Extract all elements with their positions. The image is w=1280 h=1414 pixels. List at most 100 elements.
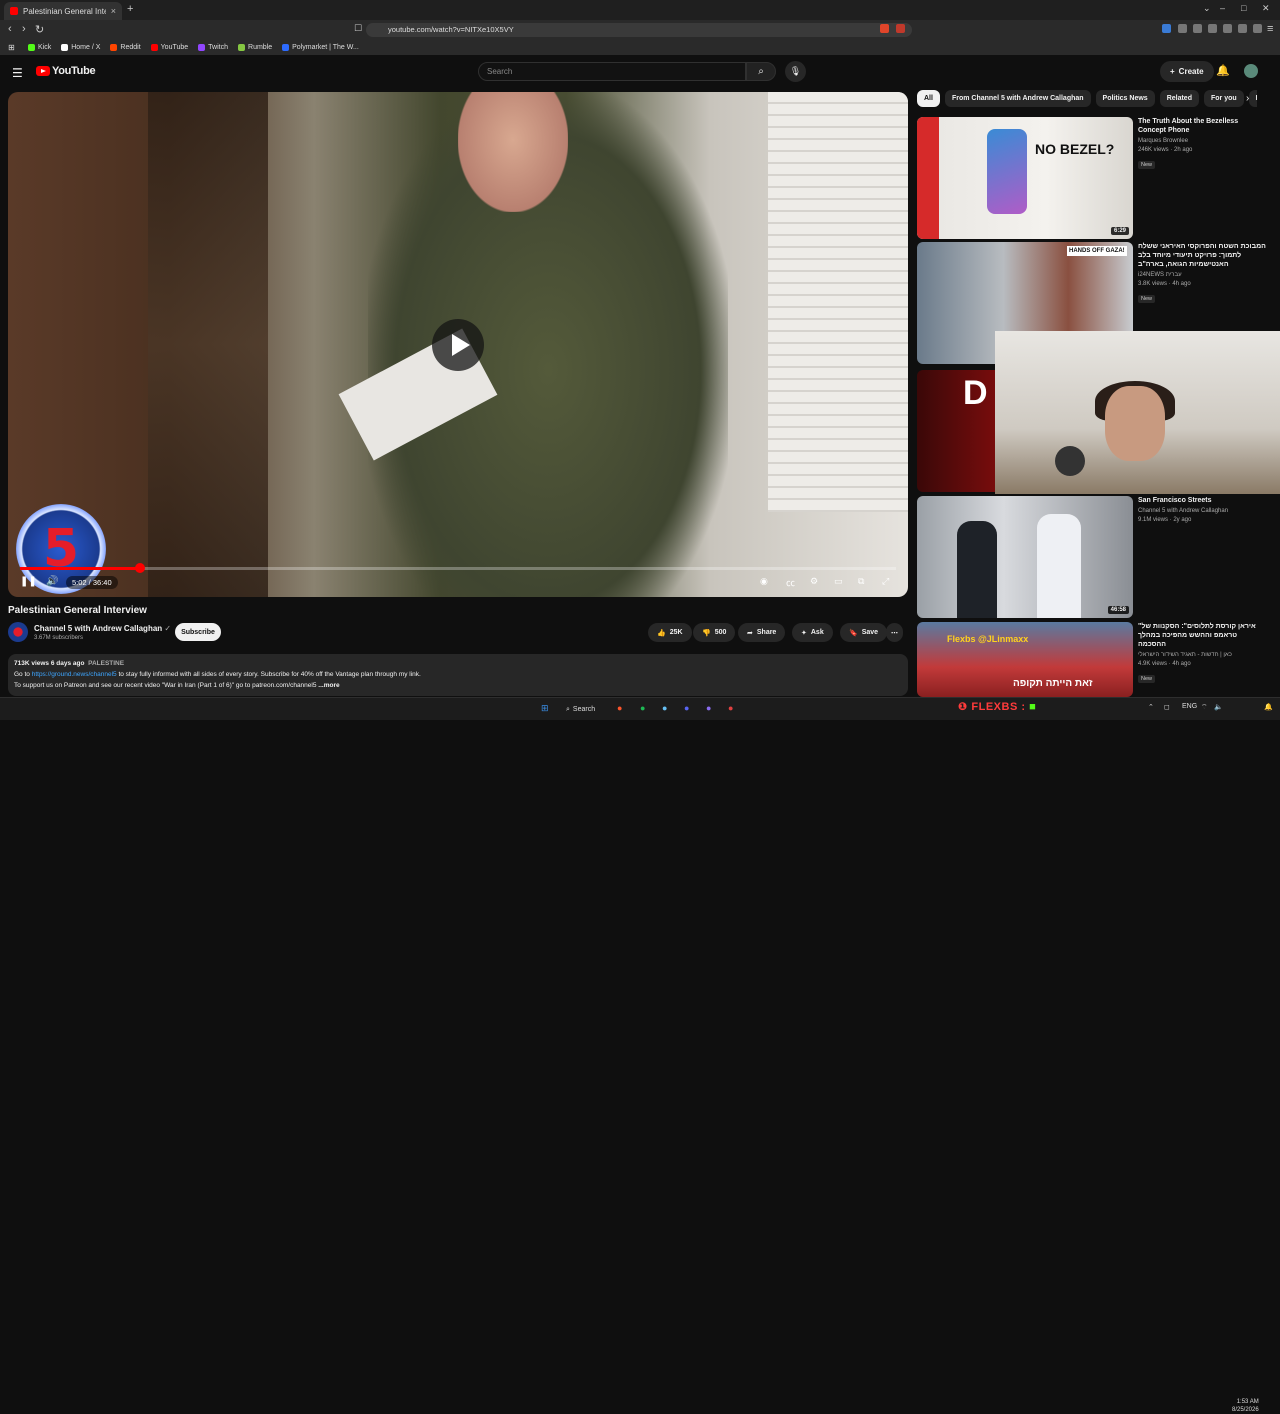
- close-window-icon[interactable]: ✕: [1262, 3, 1270, 14]
- vpn-icon[interactable]: [1238, 24, 1247, 33]
- sidebar-icon[interactable]: [1208, 24, 1217, 33]
- shield-icon[interactable]: [1253, 24, 1262, 33]
- ask-button[interactable]: ✦ Ask: [792, 623, 833, 642]
- clock[interactable]: 1:53 AM 8/25/2026: [1232, 1398, 1259, 1414]
- new-tab-button[interactable]: +: [127, 3, 133, 15]
- bookmark-reddit[interactable]: Reddit: [110, 44, 141, 51]
- brave-rewards-icon[interactable]: [896, 24, 905, 33]
- pause-icon[interactable]: ❚❚: [20, 576, 37, 587]
- forward-icon[interactable]: ›: [22, 23, 26, 35]
- brave-browser-icon[interactable]: ●: [617, 703, 622, 713]
- channel-avatar[interactable]: [8, 622, 28, 642]
- notifications-bell-icon[interactable]: 🔔: [1216, 64, 1230, 77]
- channel-name[interactable]: Channel 5 with Andrew Callaghan ✓: [34, 624, 171, 633]
- brave-shield-icon[interactable]: [880, 24, 889, 33]
- minimize-icon[interactable]: –: [1220, 3, 1225, 13]
- tray-chevron-icon[interactable]: ⌃: [1148, 703, 1154, 711]
- more-actions-button[interactable]: ⋯: [886, 623, 903, 642]
- thumbs-up-icon: 👍: [657, 629, 666, 637]
- share-button[interactable]: ➦ Share: [738, 623, 786, 642]
- bookmark-x[interactable]: Home / X: [61, 44, 100, 51]
- speaker-icon[interactable]: 🔈: [1214, 703, 1223, 711]
- chip-all[interactable]: All: [917, 90, 940, 107]
- bookmark-youtube[interactable]: YouTube: [150, 44, 188, 51]
- subscribe-button[interactable]: Subscribe: [175, 623, 221, 641]
- channel-name[interactable]: i24NEWS עברית: [1138, 271, 1266, 280]
- tab-close-icon[interactable]: ×: [111, 6, 116, 16]
- chip-from-channel[interactable]: From Channel 5 with Andrew Callaghan: [944, 90, 1091, 107]
- miniplayer-icon[interactable]: ▭: [834, 576, 843, 587]
- voice-search-button[interactable]: 🎙: [785, 61, 806, 82]
- captions-icon[interactable]: ㏄: [786, 576, 795, 589]
- url-field[interactable]: youtube.com/watch?v=NITXe10X5VY: [366, 23, 912, 37]
- media-icon[interactable]: [1193, 24, 1202, 33]
- bookmark-polymarket[interactable]: Polymarket | The W...: [282, 44, 359, 51]
- create-button[interactable]: + Create: [1160, 61, 1214, 82]
- youtube-logo[interactable]: YouTube: [36, 65, 96, 77]
- channel-name[interactable]: Channel 5 with Andrew Callaghan: [1138, 507, 1266, 516]
- bookmark-twitch[interactable]: Twitch: [198, 44, 228, 51]
- chip-related[interactable]: Related: [1159, 90, 1199, 107]
- maximize-icon[interactable]: □: [1241, 3, 1246, 13]
- bookmark-icon[interactable]: ☐: [354, 23, 362, 34]
- save-button[interactable]: 🔖 Save: [840, 623, 888, 642]
- app-icon[interactable]: ●: [706, 703, 711, 713]
- browser-tab[interactable]: Palestinian General Interview ×: [4, 2, 122, 20]
- chip-politics-news[interactable]: Politics News: [1095, 90, 1155, 107]
- hamburger-menu-icon[interactable]: ☰: [12, 66, 23, 80]
- back-icon[interactable]: ‹: [8, 23, 12, 35]
- like-button[interactable]: 👍 25K: [648, 623, 692, 642]
- more-link[interactable]: ...more: [318, 682, 339, 689]
- autoplay-toggle-icon[interactable]: ◉: [760, 576, 768, 587]
- recommended-video[interactable]: Flexbs @JLinmaxx זאת הייתה תקופה "איראן …: [917, 622, 1267, 697]
- bookmark-kick[interactable]: Kick: [28, 44, 51, 51]
- obs-icon[interactable]: ●: [728, 703, 733, 713]
- discord-icon[interactable]: ●: [684, 703, 689, 713]
- extension-icon[interactable]: [1178, 24, 1187, 33]
- channel-name[interactable]: Marques Brownlee: [1138, 137, 1266, 146]
- hashtag[interactable]: PALESTINE: [88, 660, 124, 667]
- video-title[interactable]: The Truth About the Bezelless Concept Ph…: [1138, 117, 1266, 135]
- channel-name[interactable]: כאן | חדשות - תאגיד השידור הישראלי: [1138, 651, 1266, 660]
- taskbar-search[interactable]: ⌕ Search: [566, 702, 610, 717]
- wallet-icon[interactable]: [1223, 24, 1232, 33]
- cast-icon[interactable]: ⧉: [858, 576, 864, 587]
- spotify-icon[interactable]: ●: [640, 703, 645, 713]
- search-button[interactable]: ⌕: [746, 62, 776, 81]
- video-title[interactable]: המבוכת השטח והפרוקסי האיראני ששלח לתמוך:…: [1138, 242, 1266, 269]
- tab-search-icon[interactable]: ⌄: [1203, 3, 1211, 14]
- video-title[interactable]: San Francisco Streets: [1138, 496, 1266, 505]
- language-indicator[interactable]: ENG: [1182, 703, 1197, 710]
- tray-app-icon[interactable]: ◻: [1164, 703, 1170, 711]
- menu-icon[interactable]: ≡: [1267, 23, 1273, 35]
- account-avatar[interactable]: [1244, 64, 1258, 78]
- progress-bar[interactable]: [20, 563, 896, 573]
- volume-icon[interactable]: 🔊: [46, 576, 58, 587]
- search-input[interactable]: Search: [478, 62, 746, 81]
- fullscreen-icon[interactable]: ⤢: [882, 576, 889, 587]
- notification-icon[interactable]: 🔔: [1264, 703, 1273, 711]
- windows-start-icon[interactable]: ⊞: [541, 703, 549, 714]
- chip-recent[interactable]: Rece: [1248, 90, 1257, 107]
- steam-icon[interactable]: ●: [662, 703, 667, 713]
- reload-icon[interactable]: ↻: [35, 23, 44, 36]
- description-link[interactable]: https://ground.news/channel5: [32, 671, 117, 678]
- description-box[interactable]: 713K views 6 days ago PALESTINE Go to ht…: [8, 654, 908, 696]
- big-play-button[interactable]: [432, 319, 484, 371]
- video-thumbnail[interactable]: Flexbs @JLinmaxx זאת הייתה תקופה: [917, 622, 1133, 697]
- extension-icon[interactable]: [1162, 24, 1171, 33]
- chevron-right-icon[interactable]: ›: [1246, 93, 1249, 104]
- video-thumbnail[interactable]: NO BEZEL? 6:29: [917, 117, 1133, 239]
- video-title[interactable]: "איראן קורסת לתלוסים": הסקנוות של טראמפ …: [1138, 622, 1266, 649]
- wifi-icon[interactable]: ⌔: [1201, 703, 1208, 712]
- chip-for-you[interactable]: For you: [1203, 90, 1244, 107]
- apps-icon[interactable]: ⊞: [8, 43, 15, 52]
- recommended-video[interactable]: NO BEZEL? 6:29 The Truth About the Bezel…: [917, 117, 1267, 239]
- video-thumbnail[interactable]: 46:58: [917, 496, 1133, 618]
- bookmark-rumble[interactable]: Rumble: [238, 44, 272, 51]
- dislike-button[interactable]: 👎 500: [693, 623, 736, 642]
- video-player[interactable]: 5 ❚❚ 🔊 5:02 / 36:40 ◉ ㏄ ⚙ ▭ ⧉ ⤢: [8, 92, 908, 597]
- progress-scrubber[interactable]: [135, 563, 145, 573]
- settings-gear-icon[interactable]: ⚙: [810, 576, 818, 587]
- recommended-video[interactable]: 46:58 San Francisco Streets Channel 5 wi…: [917, 496, 1267, 618]
